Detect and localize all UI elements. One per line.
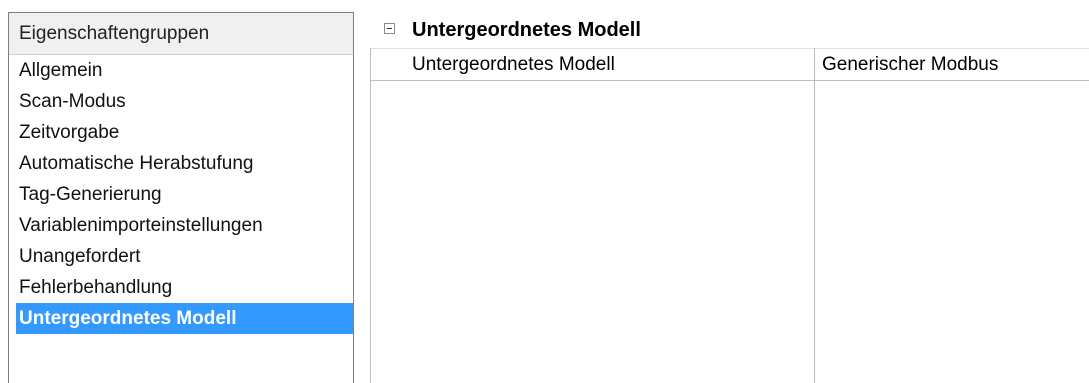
property-name: Untergeordnetes Modell [412,54,615,75]
property-groups-panel: Eigenschaftengruppen Allgemein Scan-Modu… [8,12,354,383]
property-row[interactable]: Untergeordnetes Modell Generischer Modbu… [370,49,1089,81]
grid-divider-row [370,80,1089,81]
group-item-allgemein[interactable]: Allgemein [9,55,353,86]
category-row: Untergeordnetes Modell [370,12,1089,49]
group-item-scan-modus[interactable]: Scan-Modus [9,86,353,117]
group-item-automatische-herabstufung[interactable]: Automatische Herabstufung [9,148,353,179]
collapse-icon[interactable] [384,23,395,34]
property-value[interactable]: Generischer Modbus [822,49,998,81]
group-item-fehlerbehandlung[interactable]: Fehlerbehandlung [9,272,353,303]
group-item-untergeordnetes-modell[interactable]: Untergeordnetes Modell [16,303,353,334]
property-groups-header: Eigenschaftengruppen [9,13,353,55]
grid-divider-column[interactable] [814,48,815,383]
group-item-zeitvorgabe[interactable]: Zeitvorgabe [9,117,353,148]
group-item-variablenimporteinstellungen[interactable]: Variablenimporteinstellungen [9,210,353,241]
category-title: Untergeordnetes Modell [412,19,641,41]
grid-divider-left [370,48,371,383]
group-item-tag-generierung[interactable]: Tag-Generierung [9,179,353,210]
group-item-unangefordert[interactable]: Unangefordert [9,241,353,272]
property-groups-list: Allgemein Scan-Modus Zeitvorgabe Automat… [9,55,353,334]
property-grid: Untergeordnetes Modell Untergeordnetes M… [370,12,1089,383]
